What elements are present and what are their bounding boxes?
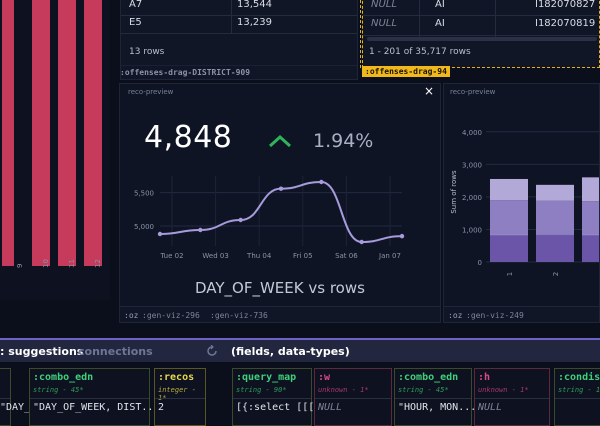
tab-connections[interactable]: connections	[78, 345, 153, 358]
field-type: unknown - 1*	[318, 386, 369, 394]
field-card[interactable]: :condis string - 1*	[554, 368, 600, 426]
data-point	[157, 231, 163, 237]
data-point	[278, 186, 284, 191]
tab-suggestions[interactable]: : suggestions	[0, 345, 83, 358]
stacked-bar-chart: 01,0002,0003,0004,000Sum of rows123	[450, 129, 599, 276]
field-card[interactable]: :recos integer - 1* 2	[154, 368, 206, 426]
field-type: string - 1*	[558, 386, 600, 394]
field-name: :combo_edn	[33, 372, 94, 383]
preview-label: reco-preview	[450, 88, 496, 96]
field-type: integer - 1*	[158, 386, 196, 402]
line-chart: 5,000 5,500 Tue 02 Wed 03 Thu 04 Fri 05 Sat 06…	[134, 176, 405, 260]
preview-footer: :oz :gen-viz-296 :gen-viz-736	[120, 306, 440, 322]
field-sample-value: "DAY_OF_WEEK, DIST...	[33, 402, 160, 413]
field-name: :h	[478, 372, 491, 383]
field-name: :recos	[158, 372, 195, 383]
x-tick-label: 2	[552, 272, 560, 276]
field-sample-value: 2	[158, 402, 165, 413]
refresh-icon[interactable]	[206, 345, 218, 357]
y-tick-label: 1,000	[462, 226, 482, 234]
close-icon[interactable]: ×	[424, 84, 434, 98]
bar-segment	[490, 234, 528, 262]
reco-preview-right[interactable]: reco-preview 0 1,000 2,000 3,000 4,000 Sum of…	[443, 83, 600, 323]
x-tick-label: Thu 04	[246, 252, 272, 260]
horizontal-scrollbar[interactable]	[367, 37, 597, 41]
field-card[interactable]: :combo_ednstring - 45* "DAY_OF_WEEK, DIST…	[29, 368, 159, 426]
bar-segment	[582, 177, 599, 202]
data-point	[359, 239, 364, 245]
field-sample-value: NULL	[478, 402, 503, 413]
reco-preview-main[interactable]: reco-preview × 4,848 1.94% 5,000 5,500 Tue…	[119, 83, 441, 323]
field-sample-value: NULL	[318, 402, 343, 413]
field-name: :w	[318, 372, 331, 383]
chart-title: DAY_OF_WEEK vs rows	[195, 279, 365, 297]
x-tick-label: 11	[68, 259, 76, 268]
preview-label: reco-preview	[128, 88, 174, 96]
drag-label[interactable]: :offenses-drag-94	[362, 66, 450, 77]
x-tick-label: 9	[16, 263, 24, 268]
bar	[0, 0, 14, 266]
y-tick-label: 3,000	[462, 161, 482, 169]
table-offenses: NULL AI I182070827 NULL AI I182070819 1 …	[362, 0, 600, 68]
field-name: :query_map	[236, 372, 297, 383]
data-point	[319, 179, 324, 185]
bar-segment	[536, 200, 574, 235]
suggestions-panel: : suggestions connections (fields, data-…	[0, 338, 600, 426]
field-type: string - 45*	[398, 386, 449, 394]
bar-segment	[490, 200, 528, 235]
series-line	[159, 180, 403, 244]
row-count: 13 rows	[129, 47, 165, 57]
bar-segment	[582, 234, 599, 262]
y-tick-label: 4,000	[462, 129, 482, 137]
tab-fields[interactable]: (fields, data-types)	[231, 345, 350, 358]
x-tick-label: Jan 07	[378, 252, 401, 260]
field-card[interactable]: "DAY_OF_WEEK, DIST...	[0, 368, 126, 426]
row-count: 1 - 201 of 35,717 rows	[369, 47, 471, 57]
bar-segment	[490, 178, 528, 201]
data-point	[399, 233, 405, 239]
y-axis-label: Sum of rows	[450, 170, 458, 214]
x-tick-label: 1	[506, 272, 514, 276]
field-sample-value: "HOUR, MON...	[398, 402, 477, 413]
field-type: unknown - 1*	[478, 386, 529, 394]
field-type: string - 45*	[33, 386, 84, 394]
data-point	[238, 217, 243, 223]
field-card[interactable]: :w unknown - 1* NULL	[314, 368, 392, 426]
y-tick-label: 2,000	[462, 194, 482, 202]
field-card[interactable]: :combo_ednstring - 45* "HOUR, MON...	[394, 368, 476, 426]
x-tick-label: Wed 03	[202, 252, 228, 260]
left-bar-chart: 9 10 11 12	[0, 0, 110, 300]
field-name: :combo_edn	[398, 372, 459, 383]
bar-segment	[536, 184, 574, 201]
field-type: string - 90*	[236, 386, 287, 394]
bar-segment	[536, 234, 574, 262]
y-tick-label: 0	[478, 259, 482, 267]
kpi-value: 4,848	[144, 120, 233, 155]
arrow-up-icon	[268, 134, 292, 148]
x-tick-label: Fri 05	[293, 252, 312, 260]
kpi-change: 1.94%	[313, 130, 374, 152]
field-card[interactable]: :h unknown - 1* NULL	[474, 368, 550, 426]
y-tick-label: 5,000	[134, 223, 154, 231]
x-tick-label: Tue 02	[159, 252, 183, 260]
bar-segment	[582, 201, 599, 235]
x-tick-label: 12	[94, 259, 102, 268]
drag-label[interactable]: :offenses-drag-DISTRICT-909	[120, 68, 250, 77]
tab-bar: : suggestions connections (fields, data-…	[0, 338, 600, 362]
bar	[82, 0, 102, 266]
preview-footer: :oz :gen-viz-249	[444, 306, 599, 322]
bar	[56, 0, 76, 266]
field-name: :condis	[558, 372, 600, 383]
x-tick-label: Sat 06	[335, 252, 358, 260]
y-tick-label: 5,500	[134, 190, 154, 198]
field-card[interactable]: :query_map string - 90* [{:select [[[[:...	[232, 368, 344, 426]
bar	[30, 0, 50, 266]
data-point	[198, 227, 203, 233]
x-tick-label: 10	[42, 259, 50, 268]
